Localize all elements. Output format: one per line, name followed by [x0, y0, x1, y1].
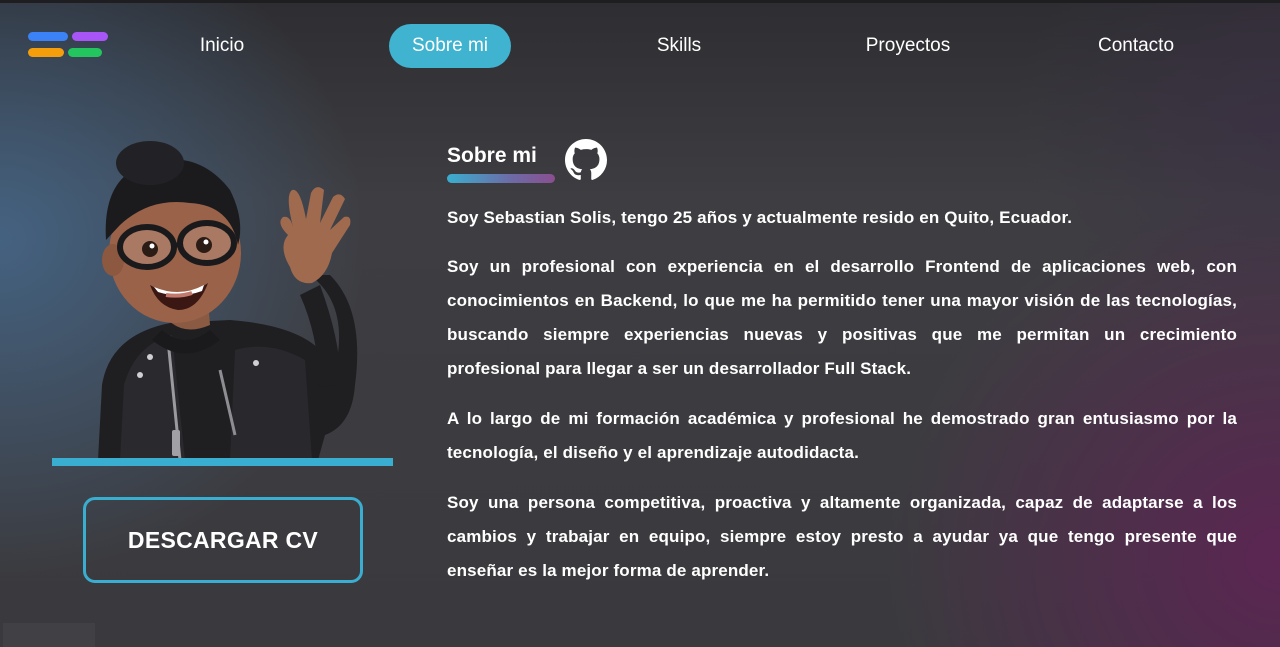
logo-bar-purple	[72, 32, 108, 41]
about-content: Soy Sebastian Solis, tengo 25 años y act…	[447, 201, 1237, 604]
logo-icon[interactable]	[28, 32, 110, 60]
top-border	[0, 0, 1280, 3]
nav-item-inicio[interactable]: Inicio	[176, 24, 268, 68]
logo-bar-green	[68, 48, 102, 57]
memoji-waving-icon	[98, 141, 358, 460]
top-nav: Inicio Sobre mi Skills Proyectos Contact…	[0, 22, 1280, 70]
about-paragraph: A lo largo de mi formación académica y p…	[447, 409, 1237, 462]
nav-item-contacto[interactable]: Contacto	[1076, 24, 1196, 68]
nav-item-sobre-mi[interactable]: Sobre mi	[389, 24, 511, 68]
logo-bar-blue	[28, 32, 68, 41]
about-paragraph: Soy un profesional con experiencia en el…	[447, 257, 1237, 378]
about-paragraph: Soy una persona competitiva, proactiva y…	[447, 493, 1237, 580]
nav-item-skills[interactable]: Skills	[635, 24, 723, 68]
corner-overlay	[3, 623, 95, 647]
download-cv-button[interactable]: DESCARGAR CV	[83, 497, 363, 583]
avatar-underline	[52, 458, 393, 466]
title-underline	[447, 174, 555, 183]
github-icon[interactable]	[565, 139, 607, 181]
logo-bar-orange	[28, 48, 64, 57]
nav-item-proyectos[interactable]: Proyectos	[843, 24, 973, 68]
section-title: Sobre mi	[447, 144, 537, 167]
about-paragraph: Soy Sebastian Solis, tengo 25 años y act…	[447, 208, 1073, 227]
